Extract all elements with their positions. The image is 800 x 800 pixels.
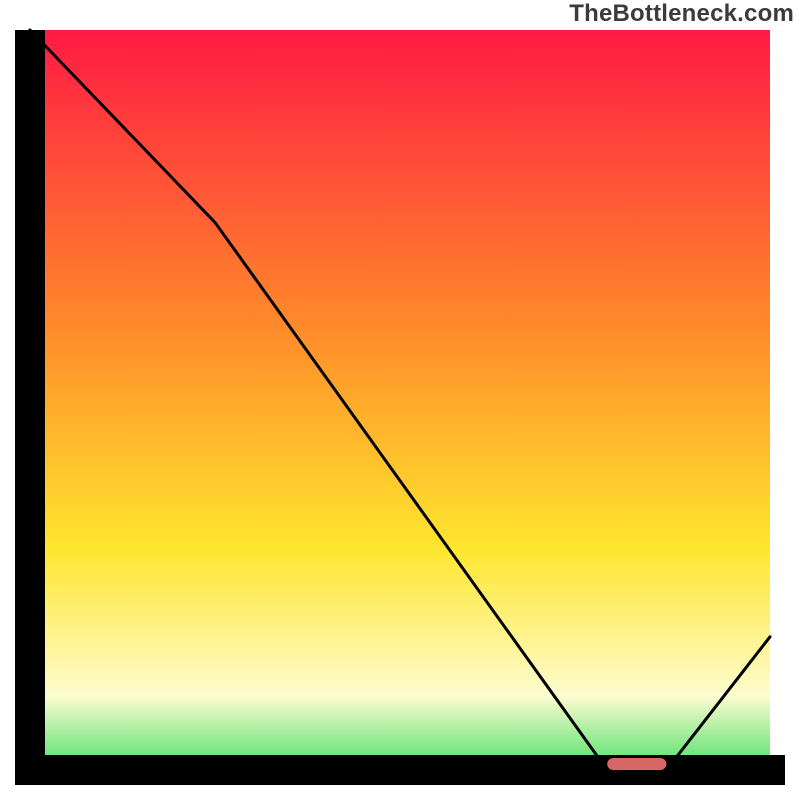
optimum-marker	[607, 758, 666, 770]
watermark-text: TheBottleneck.com	[569, 0, 794, 28]
bottleneck-chart: TheBottleneck.com	[0, 0, 800, 800]
plot-area	[30, 30, 770, 770]
chart-svg	[0, 0, 800, 800]
